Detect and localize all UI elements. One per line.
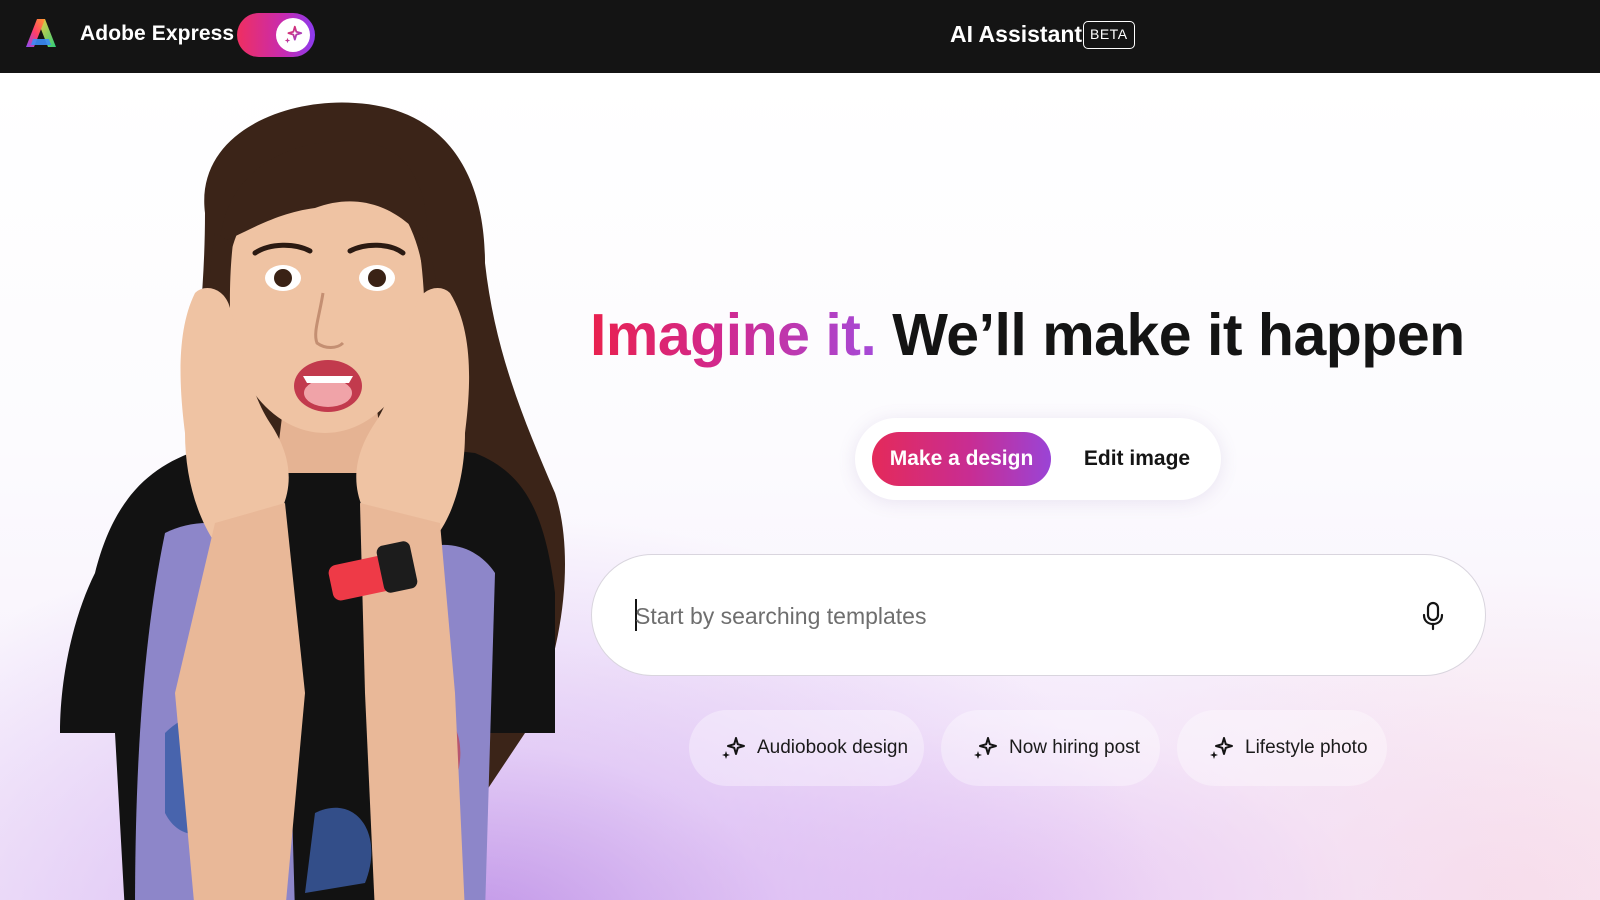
toggle-knob: [276, 18, 310, 52]
edit-image-tab[interactable]: Edit image: [1067, 432, 1207, 486]
ai-assistant-toggle[interactable]: [237, 13, 315, 57]
headline-highlight: Imagine it.: [590, 302, 877, 368]
search-input[interactable]: [635, 595, 1375, 637]
sparkle-icon: [722, 737, 745, 759]
headline-rest: We’ll make it happen: [892, 302, 1465, 368]
suggestion-chip-lifestyle-photo[interactable]: Lifestyle photo: [1177, 710, 1387, 786]
adobe-express-logo[interactable]: [24, 16, 58, 50]
hero-section: Imagine it. We’ll make it happen Make a …: [0, 73, 1600, 900]
microphone-icon: [1422, 601, 1444, 631]
headline: Imagine it. We’ll make it happen: [590, 301, 1465, 369]
app-name[interactable]: Adobe Express: [80, 22, 234, 46]
search-bar: [591, 554, 1486, 676]
beta-badge: BETA: [1083, 21, 1135, 49]
suggestion-chip-audiobook-design[interactable]: Audiobook design: [689, 710, 924, 786]
chip-label: Lifestyle photo: [1245, 737, 1368, 758]
chip-label: Now hiring post: [1009, 737, 1140, 758]
sparkle-icon: [1210, 737, 1233, 759]
voice-input-button[interactable]: [1412, 595, 1454, 637]
sparkle-icon: [974, 737, 997, 759]
mode-switch: Make a design Edit image: [855, 418, 1221, 500]
suggestion-chip-now-hiring-post[interactable]: Now hiring post: [941, 710, 1160, 786]
make-a-design-tab[interactable]: Make a design: [872, 432, 1051, 486]
top-bar: Adobe Express AI Assistant BETA: [0, 0, 1600, 73]
chip-label: Audiobook design: [757, 737, 909, 758]
sparkle-icon: [284, 25, 303, 44]
assistant-title: AI Assistant: [950, 21, 1083, 47]
person-photo: [60, 102, 566, 900]
